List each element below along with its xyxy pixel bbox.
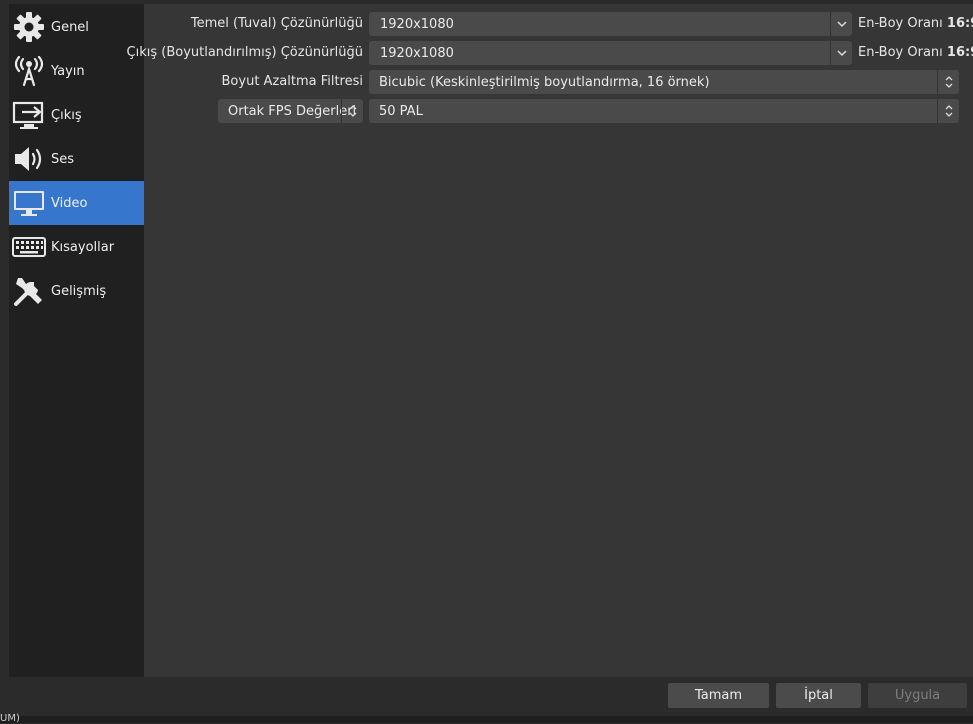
downscale-filter-select[interactable]: Bicubic (Keskinleştirilmiş boyutlandırma… [369,70,959,94]
background-window-strip [0,716,973,723]
sidebar-item-label: Kısayollar [51,239,115,255]
sidebar-item-general[interactable]: Genel [9,5,144,49]
base-resolution-value: 1920x1080 [380,16,454,32]
fps-value: 50 PAL [379,103,423,119]
sidebar-item-audio[interactable]: Ses [9,137,144,181]
sidebar-item-label: Ses [51,151,75,167]
base-resolution-label: Temel (Tuval) Çözünürlüğü [190,16,363,31]
ok-button[interactable]: Tamam [668,683,769,708]
apply-button[interactable]: Uygula [868,683,967,708]
settings-sidebar: Genel Yayın Çıkış Ses Video Kısayollar G… [9,4,144,677]
fps-value-select[interactable]: 50 PAL [369,99,959,123]
sidebar-item-video[interactable]: Video [9,181,144,225]
base-aspect-ratio: En-Boy Oranı 16:9 [858,16,973,31]
aspect-ratio-label: En-Boy Oranı [858,16,943,31]
output-resolution-combo[interactable]: 1920x1080 [369,41,852,65]
monitor-icon [11,185,47,221]
fps-type-select[interactable]: Ortak FPS Değerleri [218,99,363,123]
aspect-ratio-value: 16:9 [946,16,973,31]
downscale-filter-value: Bicubic (Keskinleştirilmiş boyutlandırma… [379,74,710,90]
downscale-filter-label: Boyut Azaltma Filtresi [221,74,363,89]
sidebar-item-label: Yayın [51,63,85,79]
sidebar-item-hotkeys[interactable]: Kısayollar [9,225,144,269]
aspect-ratio-label: En-Boy Oranı [858,45,943,60]
sidebar-item-label: Genel [51,19,89,35]
sidebar-item-advanced[interactable]: Gelişmiş [9,269,144,313]
broadcast-antenna-icon [11,53,47,89]
chevron-down-icon[interactable] [830,12,852,36]
aspect-ratio-value: 16:9 [946,45,973,60]
fps-type-value: Ortak FPS Değerleri [228,103,357,119]
output-aspect-ratio: En-Boy Oranı 16:9 [858,45,973,60]
updown-arrows-icon[interactable] [937,70,959,94]
output-resolution-value: 1920x1080 [380,45,454,61]
sidebar-item-output[interactable]: Çıkış [9,93,144,137]
chevron-down-icon[interactable] [830,41,852,65]
gear-icon [11,9,47,45]
tools-icon [11,273,47,309]
output-monitor-icon [11,97,47,133]
background-window-text: UM) [0,713,20,724]
sidebar-item-label: Çıkış [51,107,82,123]
base-resolution-combo[interactable]: 1920x1080 [369,12,852,36]
sidebar-item-label: Gelişmiş [51,283,107,299]
keyboard-icon [11,229,47,265]
speaker-icon [11,141,47,177]
updown-arrows-icon[interactable] [937,99,959,123]
output-resolution-label: Çıkış (Boyutlandırılmış) Çözünürlüğü [126,45,363,60]
cancel-button[interactable]: İptal [776,683,861,708]
updown-arrows-icon[interactable] [341,99,363,123]
sidebar-item-stream[interactable]: Yayın [9,49,144,93]
sidebar-item-label: Video [51,195,88,211]
